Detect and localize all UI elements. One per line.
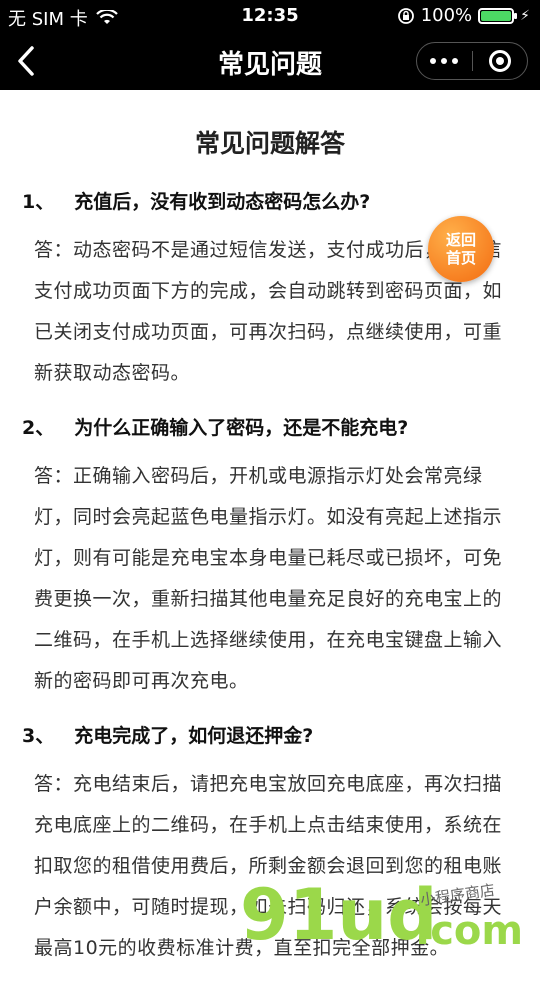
battery-fill [481, 10, 512, 21]
back-home-line2: 首页 [445, 249, 476, 267]
charging-icon: ⚡ [520, 7, 530, 24]
more-dots-icon [430, 58, 459, 64]
faq-question-text: 充电完成了，如何退还押金? [74, 725, 314, 747]
more-button[interactable] [417, 43, 472, 79]
close-miniprogram-button[interactable] [473, 43, 528, 79]
faq-question: 2、 为什么正确输入了密码，还是不能充电? [22, 414, 518, 442]
nav-bar: 常见问题 [0, 32, 540, 90]
faq-number: 3、 [22, 725, 55, 747]
faq-item: 1、 充值后，没有收到动态密码怎么办? 答：动态密码不是通过短信发送，支付成功后，… [22, 188, 518, 394]
faq-question-text: 充值后，没有收到动态密码怎么办? [74, 191, 371, 213]
status-bar: 无 SIM 卡 12:35 100% ⚡ [0, 0, 540, 32]
faq-question: 3、 充电完成了，如何退还押金? [22, 722, 518, 750]
miniprogram-capsule [416, 42, 528, 80]
watermark: 91ud .com 小程序商店 [240, 880, 540, 960]
battery-icon [478, 7, 518, 24]
faq-question-text: 为什么正确输入了密码，还是不能充电? [74, 417, 409, 439]
close-ring-icon [488, 50, 511, 72]
watermark-domain: .com [415, 908, 524, 954]
battery-percent: 100% [420, 5, 473, 26]
rotation-lock-icon [397, 7, 414, 24]
back-home-button[interactable]: 返回 首页 [428, 216, 494, 282]
faq-answer: 答：正确输入密码后，开机或电源指示灯处会常亮绿灯，同时会亮起蓝色电量指示灯。如没… [34, 465, 503, 692]
back-home-line1: 返回 [445, 231, 476, 249]
faq-question: 1、 充值后，没有收到动态密码怎么办? [22, 188, 518, 216]
page-title: 常见问题解答 [194, 129, 345, 158]
faq-number: 1、 [22, 191, 55, 213]
watermark-brand: 91ud [240, 874, 438, 956]
status-right: 100% ⚡ [397, 5, 530, 26]
faq-item: 2、 为什么正确输入了密码，还是不能充电? 答：正确输入密码后，开机或电源指示灯处… [22, 414, 518, 702]
faq-number: 2、 [22, 417, 55, 439]
faq-list: 1、 充值后，没有收到动态密码怎么办? 答：动态密码不是通过短信发送，支付成功后，… [0, 188, 540, 969]
